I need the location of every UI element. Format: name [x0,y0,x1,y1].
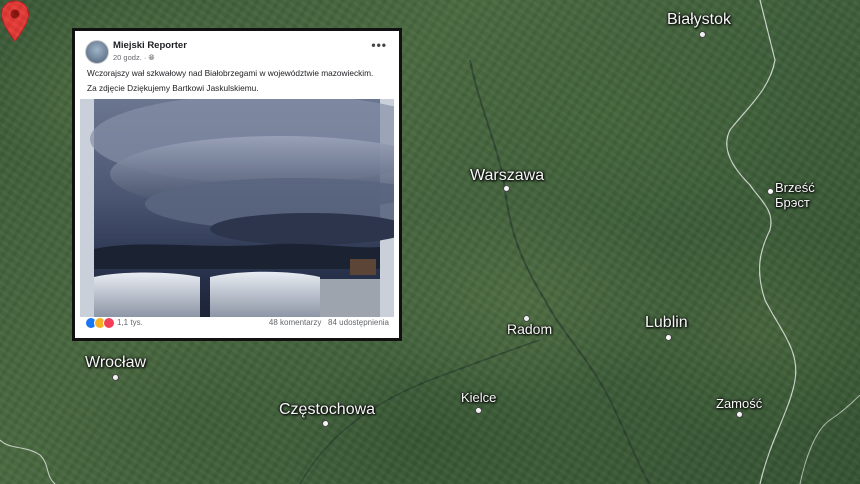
city-zamosc[interactable]: Zamość [716,396,762,418]
city-warszawa[interactable]: Warszawa [470,167,544,192]
post-header: Miejski Reporter 20 godz. · 🌐︎ ••• [85,38,391,68]
post-meta: 20 godz. · 🌐︎ [113,53,154,63]
city-dot [665,334,672,341]
storm-photo-image [80,99,394,317]
location-pin-icon[interactable] [0,0,30,42]
city-czestochowa[interactable]: Częstochowa [279,401,375,427]
city-dot [699,31,706,38]
love-reaction-icon [103,317,115,329]
city-lublin[interactable]: Lublin [645,314,688,341]
city-dot-capital [503,185,510,192]
share-count[interactable]: 84 udostępnienia [328,318,389,327]
city-dot [736,411,743,418]
storm-photo[interactable] [80,99,394,317]
river-line [469,59,651,484]
country-border [799,394,860,484]
post-stats: 48 komentarzy 84 udostępnienia [269,318,389,327]
globe-icon: · 🌐︎ [143,53,155,62]
facebook-post-card[interactable]: Miejski Reporter 20 godz. · 🌐︎ ••• Wczor… [72,28,402,341]
country-border [0,439,56,484]
post-text-line2: Za zdjęcie Dziękujemy Bartkowi Jaskulski… [87,83,259,93]
post-footer: 1,1 tys. 48 komentarzy 84 udostępnienia [83,316,391,332]
city-dot [322,420,329,427]
reaction-count[interactable]: 1,1 tys. [117,318,143,327]
city-brzesc[interactable]: Brześć Брэст [767,180,815,210]
city-dot [112,374,119,381]
comment-count[interactable]: 48 komentarzy [269,318,321,327]
avatar[interactable] [85,40,109,64]
city-dot [523,315,530,322]
city-dot [475,407,482,414]
city-dot [767,188,774,195]
city-kielce[interactable]: Kielce [461,390,496,414]
more-options-icon[interactable]: ••• [371,38,387,52]
city-wroclaw[interactable]: Wrocław [85,354,146,381]
post-time[interactable]: 20 godz. [113,53,142,62]
city-bialystok[interactable]: Białystok [667,11,731,38]
post-text-line1: Wczorajszy wał szkwałowy nad Białobrzega… [87,68,374,78]
reactions-icon[interactable] [85,317,115,329]
city-radom[interactable]: Radom [507,315,552,337]
post-author[interactable]: Miejski Reporter [113,40,187,51]
